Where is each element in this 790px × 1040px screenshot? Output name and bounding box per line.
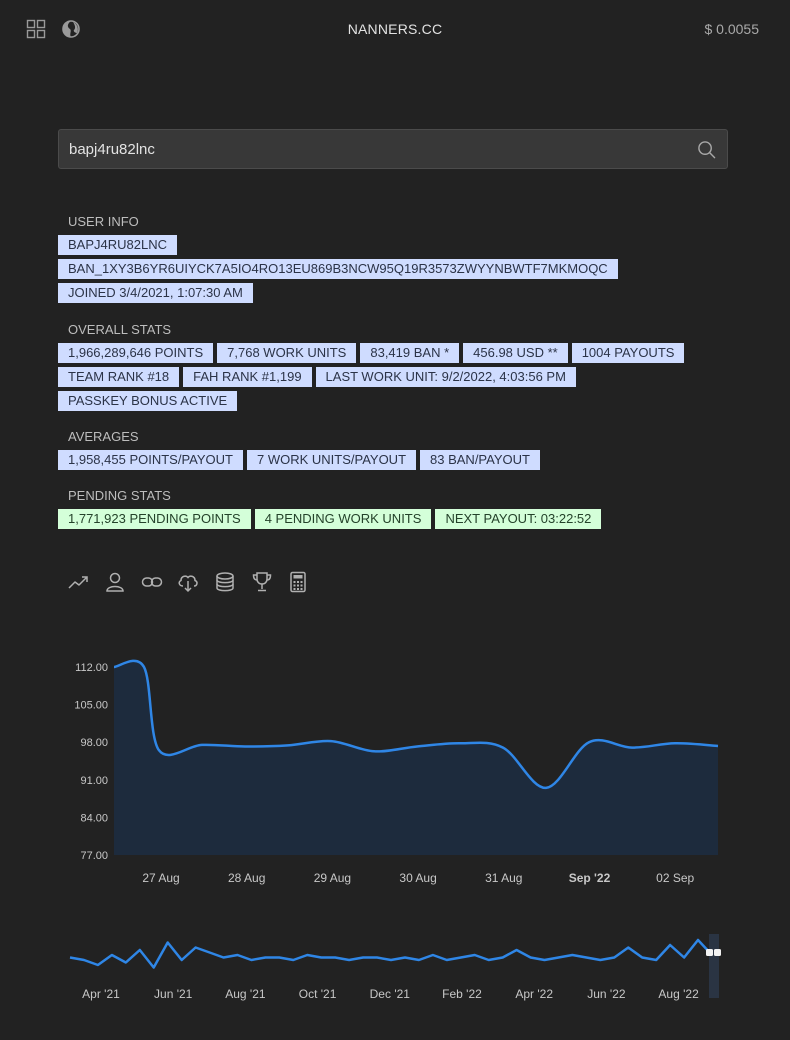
overall-stats-section: OVERALL STATS 1,966,289,646 POINTS 7,768…: [58, 321, 738, 411]
calculator-icon[interactable]: [287, 571, 309, 593]
navigator-selection: [709, 934, 719, 998]
x-tick-label: 28 Aug: [228, 871, 265, 885]
search-icon[interactable]: [697, 140, 716, 159]
work-units-per-payout-tag: 7 WORK UNITS/PAYOUT: [246, 450, 417, 470]
x-tick-label: Sep '22: [569, 871, 611, 885]
section-title: AVERAGES: [68, 429, 139, 444]
navigator-tick-label: Feb '22: [442, 987, 482, 1001]
work-units-tag: 7,768 WORK UNITS: [217, 343, 357, 363]
ban-address-tag[interactable]: BAN_1XY3B6YR6UIYCK7A5IO4RO13EU869B3NCW95…: [58, 259, 618, 279]
section-title: USER INFO: [68, 214, 139, 229]
navigator-tick-label: Apr '21: [82, 987, 120, 1001]
top-bar: NANNERS.CC $ 0.0055: [0, 0, 790, 58]
last-work-unit-tag: LAST WORK UNIT: 9/2/2022, 4:03:56 PM: [315, 367, 576, 387]
username-tag: BAPJ4RU82LNC: [58, 235, 177, 255]
navigator-series-line: [69, 938, 713, 969]
y-tick-label: 91.00: [80, 775, 108, 787]
section-title: PENDING STATS: [68, 488, 171, 503]
search-input[interactable]: [59, 130, 679, 168]
joined-tag: JOINED 3/4/2021, 1:07:30 AM: [58, 283, 253, 303]
x-tick-label: 27 Aug: [142, 871, 179, 885]
navigator-tick-label: Dec '21: [370, 987, 411, 1001]
pending-points-tag: 1,771,923 PENDING POINTS: [58, 509, 251, 529]
next-payout-tag: NEXT PAYOUT: 03:22:52: [435, 509, 602, 529]
range-navigator[interactable]: Apr '21 Jun '21 Aug '21 Oct '21 Dec '21 Feb '…: [0, 920, 790, 1010]
trophy-icon[interactable]: [251, 571, 273, 593]
averages-section: AVERAGES 1,958,455 POINTS/PAYOUT 7 WORK …: [58, 428, 738, 470]
points-chart[interactable]: 112.00 105.00 98.00 91.00 84.00 77.00 27 Aug 28…: [0, 650, 790, 900]
x-tick-label: 30 Aug: [399, 871, 436, 885]
y-tick-label: 84.00: [80, 812, 108, 824]
x-tick-label: 31 Aug: [485, 871, 522, 885]
y-tick-label: 112.00: [75, 662, 108, 674]
navigator-tick-label: Jun '21: [154, 987, 193, 1001]
navigator-tick-label: Apr '22: [515, 987, 553, 1001]
section-title: OVERALL STATS: [68, 322, 172, 337]
user-info-section: USER INFO BAPJ4RU82LNC BAN_1XY3B6YR6UIYC…: [58, 213, 738, 303]
navigator-tick-label: Oct '21: [299, 987, 337, 1001]
ban-per-payout-tag: 83 BAN/PAYOUT: [420, 450, 540, 470]
navigator-handle-right[interactable]: [714, 949, 721, 956]
search-box: [58, 129, 728, 169]
database-icon[interactable]: [214, 571, 236, 593]
navigator-tick-label: Aug '21: [225, 987, 266, 1001]
trend-icon[interactable]: [68, 571, 90, 593]
navigator-tick-label: Aug '22: [658, 987, 699, 1001]
points-per-payout-tag: 1,958,455 POINTS/PAYOUT: [58, 450, 243, 470]
y-tick-label: 105.00: [74, 700, 108, 712]
pending-work-units-tag: 4 PENDING WORK UNITS: [254, 509, 432, 529]
x-tick-label: 29 Aug: [314, 871, 351, 885]
pending-stats-section: PENDING STATS 1,771,923 PENDING POINTS 4…: [58, 487, 738, 529]
navigator-handle-left[interactable]: [706, 949, 713, 956]
points-tag: 1,966,289,646 POINTS: [58, 343, 214, 363]
chart-area-fill: [114, 660, 718, 855]
team-rank-tag: TEAM RANK #18: [58, 367, 180, 387]
cloud-download-icon[interactable]: [177, 571, 199, 593]
x-tick-label: 02 Sep: [656, 871, 694, 885]
ban-price: $ 0.0055: [704, 21, 760, 37]
ban-total-tag: 83,419 BAN *: [360, 343, 460, 363]
usd-total-tag: 456.98 USD **: [463, 343, 568, 363]
link-icon[interactable]: [141, 571, 163, 593]
passkey-bonus-tag: PASSKEY BONUS ACTIVE: [58, 391, 238, 411]
user-icon[interactable]: [104, 571, 126, 593]
fah-rank-tag: FAH RANK #1,199: [183, 367, 312, 387]
y-tick-label: 98.00: [80, 737, 108, 749]
payouts-tag: 1004 PAYOUTS: [571, 343, 685, 363]
navigator-tick-label: Jun '22: [587, 987, 626, 1001]
site-title[interactable]: NANNERS.CC: [0, 21, 790, 37]
y-tick-label: 77.00: [80, 850, 108, 862]
